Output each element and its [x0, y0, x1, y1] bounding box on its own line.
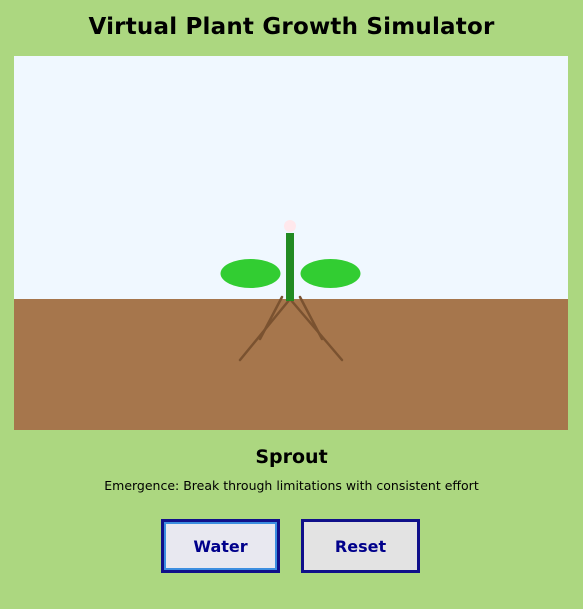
- leaf-left: [220, 259, 281, 288]
- soil: [14, 299, 568, 430]
- app-title: Virtual Plant Growth Simulator: [88, 14, 495, 40]
- growth-stage-message: Emergence: Break through limitations wit…: [104, 478, 479, 493]
- water-button[interactable]: Water: [161, 519, 280, 573]
- flower-bud: [284, 220, 296, 232]
- stem: [286, 233, 294, 301]
- reset-button[interactable]: Reset: [301, 519, 420, 573]
- plant-scene-canvas: [14, 56, 568, 430]
- growth-stage-name: Sprout: [255, 446, 328, 468]
- leaf-right: [300, 259, 361, 288]
- plant-scene: [14, 56, 568, 430]
